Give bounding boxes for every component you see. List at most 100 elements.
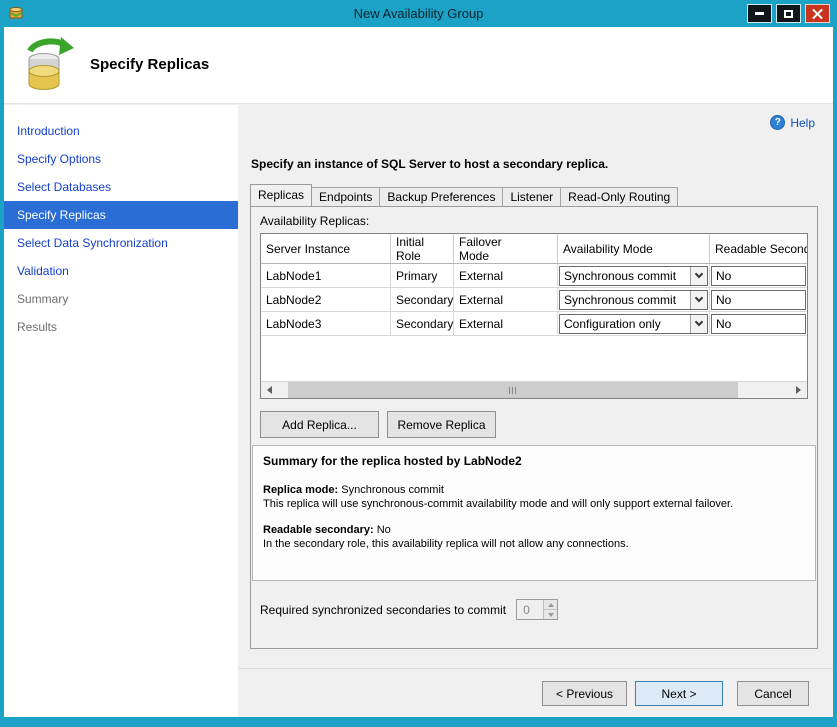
- window-title: New Availability Group: [0, 0, 837, 27]
- tab-strip: Replicas Endpoints Backup Preferences Li…: [250, 185, 677, 206]
- replica-row[interactable]: LabNode1 Primary External Synchronous co…: [261, 264, 807, 288]
- availability-mode-dropdown[interactable]: Synchronous commit: [559, 290, 708, 310]
- window-controls: [747, 4, 830, 23]
- replica-row[interactable]: LabNode3 Secondary External Configuratio…: [261, 312, 807, 336]
- replicas-tab-panel: Availability Replicas: Server Instance I…: [250, 206, 818, 649]
- availability-mode-dropdown[interactable]: Synchronous commit: [559, 266, 708, 286]
- cell-server-instance: LabNode2: [261, 288, 391, 311]
- required-secondaries-spinner: 0: [516, 599, 558, 620]
- right-arrow-icon: [796, 386, 801, 394]
- readable-secondary-value: No: [712, 317, 805, 331]
- replica-summary-box: Summary for the replica hosted by LabNod…: [252, 445, 816, 581]
- availability-replicas-label: Availability Replicas:: [260, 214, 369, 228]
- replica-mode-value: Synchronous commit: [341, 484, 444, 496]
- column-header-availability-mode[interactable]: Availability Mode: [558, 234, 710, 263]
- help-icon: ?: [770, 115, 785, 130]
- readable-secondary-label: Readable secondary:: [263, 524, 374, 536]
- scrollbar-track[interactable]: [278, 382, 790, 398]
- up-arrow-icon: [548, 603, 554, 607]
- sidebar-item-results: Results: [4, 313, 238, 341]
- scroll-right-button[interactable]: [790, 382, 807, 398]
- tab-listener[interactable]: Listener: [502, 187, 561, 206]
- tab-read-only-routing[interactable]: Read-Only Routing: [560, 187, 678, 206]
- tab-backup-preferences[interactable]: Backup Preferences: [379, 187, 503, 206]
- cell-availability-mode: Configuration only: [558, 312, 710, 335]
- readable-secondary-summary-value: No: [377, 524, 391, 536]
- cell-failover-mode: External: [454, 264, 558, 287]
- sidebar-item-select-data-synchronization[interactable]: Select Data Synchronization: [4, 229, 238, 257]
- required-secondaries-row: Required synchronized secondaries to com…: [260, 599, 558, 620]
- tab-replicas[interactable]: Replicas: [250, 184, 312, 206]
- replica-mode-line: Replica mode: Synchronous commit: [263, 483, 805, 497]
- readable-secondary-value: No: [712, 293, 805, 307]
- column-header-initial-role[interactable]: Initial Role: [391, 234, 454, 263]
- readable-secondary-line: Readable secondary: No: [263, 523, 805, 537]
- sidebar-item-summary: Summary: [4, 285, 238, 313]
- scroll-left-button[interactable]: [261, 382, 278, 398]
- scrollbar-thumb[interactable]: [288, 382, 738, 398]
- column-header-failover-mode[interactable]: Failover Mode: [454, 234, 558, 263]
- close-icon: [812, 8, 823, 19]
- readable-secondary-dropdown[interactable]: No: [711, 290, 806, 310]
- chevron-down-icon: [690, 315, 707, 333]
- minimize-icon: [755, 12, 764, 15]
- tab-endpoints[interactable]: Endpoints: [311, 187, 380, 206]
- replica-row[interactable]: LabNode2 Secondary External Synchronous …: [261, 288, 807, 312]
- availability-replicas-grid: Server Instance Initial Role Failover Mo…: [260, 233, 808, 399]
- sidebar-item-specify-options[interactable]: Specify Options: [4, 145, 238, 173]
- chevron-down-icon: [690, 291, 707, 309]
- remove-replica-button[interactable]: Remove Replica: [387, 411, 496, 438]
- instruction-text: Specify an instance of SQL Server to hos…: [251, 157, 608, 171]
- replica-mode-label: Replica mode:: [263, 484, 338, 496]
- sidebar-item-validation[interactable]: Validation: [4, 257, 238, 285]
- main-content: ? Help Specify an instance of SQL Server…: [238, 105, 833, 717]
- down-arrow-icon: [548, 613, 554, 617]
- wizard-body: Specify Replicas Introduction Specify Op…: [4, 27, 833, 717]
- readable-secondary-dropdown[interactable]: No: [711, 266, 806, 286]
- horizontal-scrollbar[interactable]: [261, 381, 807, 398]
- previous-button[interactable]: < Previous: [542, 681, 627, 706]
- spinner-buttons: [543, 600, 557, 619]
- column-header-readable-secondary[interactable]: Readable Secondar: [710, 234, 807, 263]
- cell-availability-mode: Synchronous commit: [558, 288, 710, 311]
- cell-availability-mode: Synchronous commit: [558, 264, 710, 287]
- cell-initial-role: Secondary: [391, 312, 454, 335]
- availability-group-icon: [19, 36, 75, 99]
- new-availability-group-window: New Availability Group Specify Replicas: [0, 0, 837, 727]
- close-button[interactable]: [805, 4, 830, 23]
- cancel-button[interactable]: Cancel: [737, 681, 809, 706]
- readable-secondary-description: In the secondary role, this availability…: [263, 537, 805, 551]
- help-link[interactable]: ? Help: [770, 115, 815, 130]
- spinner-up-button: [544, 600, 557, 610]
- scrollbar-grip-icon: [509, 387, 518, 394]
- cell-failover-mode: External: [454, 312, 558, 335]
- replica-mode-description: This replica will use synchronous-commit…: [263, 497, 805, 511]
- cell-server-instance: LabNode3: [261, 312, 391, 335]
- cell-failover-mode: External: [454, 288, 558, 311]
- sidebar-item-introduction[interactable]: Introduction: [4, 117, 238, 145]
- sidebar-item-select-databases[interactable]: Select Databases: [4, 173, 238, 201]
- titlebar[interactable]: New Availability Group: [0, 0, 837, 27]
- left-arrow-icon: [267, 386, 272, 394]
- availability-mode-value: Configuration only: [560, 317, 690, 331]
- next-button[interactable]: Next >: [635, 681, 723, 706]
- minimize-button[interactable]: [747, 4, 772, 23]
- add-replica-button[interactable]: Add Replica...: [260, 411, 379, 438]
- readable-secondary-dropdown[interactable]: No: [711, 314, 806, 334]
- help-label: Help: [790, 116, 815, 130]
- required-secondaries-input: 0: [517, 600, 543, 619]
- wizard-steps-sidebar: Introduction Specify Options Select Data…: [4, 105, 238, 717]
- cell-readable-secondary: No: [710, 264, 807, 287]
- cell-initial-role: Primary: [391, 264, 454, 287]
- cell-readable-secondary: No: [710, 288, 807, 311]
- sidebar-item-specify-replicas[interactable]: Specify Replicas: [4, 201, 238, 229]
- availability-mode-value: Synchronous commit: [560, 293, 690, 307]
- maximize-button[interactable]: [776, 4, 801, 23]
- availability-mode-dropdown[interactable]: Configuration only: [559, 314, 708, 334]
- grid-header-row: Server Instance Initial Role Failover Mo…: [261, 234, 807, 264]
- page-title: Specify Replicas: [90, 56, 209, 73]
- chevron-down-icon: [690, 267, 707, 285]
- cell-server-instance: LabNode1: [261, 264, 391, 287]
- maximize-icon: [784, 10, 793, 18]
- column-header-server-instance[interactable]: Server Instance: [261, 234, 391, 263]
